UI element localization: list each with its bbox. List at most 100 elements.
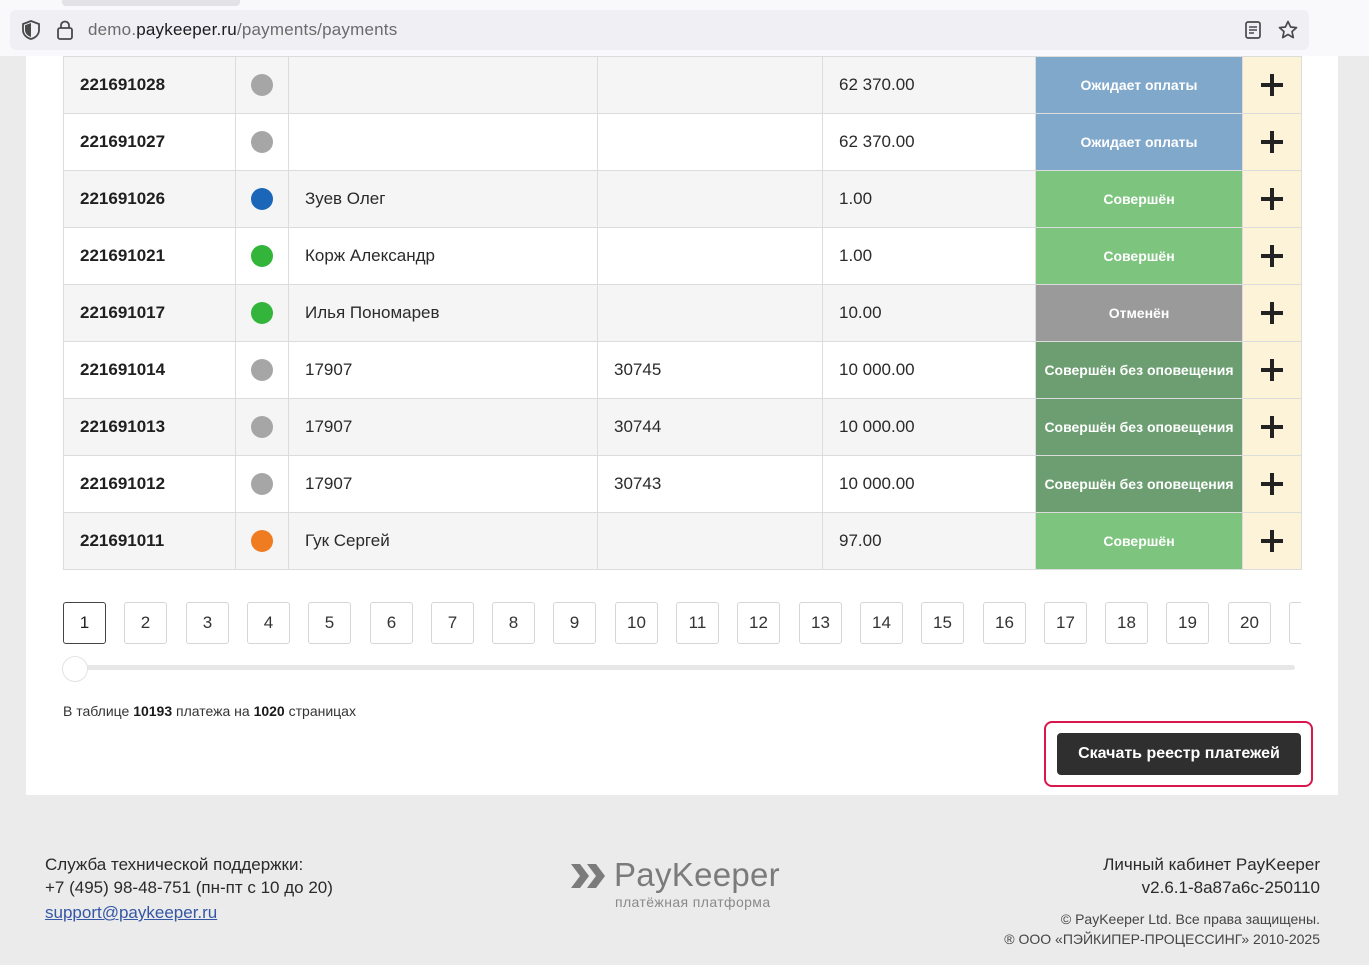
client-name: Гук Сергей: [288, 512, 598, 570]
shield-icon[interactable]: [20, 19, 42, 41]
payment-sum: 10 000.00: [822, 455, 1036, 513]
support-title: Служба технической поддержки:: [45, 855, 304, 874]
support-email-link[interactable]: support@paykeeper.ru: [45, 901, 333, 924]
page-button[interactable]: 14: [860, 602, 903, 644]
plus-icon: [1261, 188, 1283, 210]
table-row[interactable]: 221691014 17907 30745 10 000.00 Совершён без…: [63, 341, 1302, 399]
paykeeper-logo[interactable]: PayKeeper платёжная платформа: [570, 856, 800, 912]
status-dot-cell: [235, 113, 289, 171]
page-button[interactable]: 13: [799, 602, 842, 644]
expand-row-button[interactable]: [1242, 113, 1302, 171]
payment-status-badge: Совершён без оповещения: [1035, 341, 1243, 399]
payment-id[interactable]: 221691012: [63, 455, 236, 513]
page-button[interactable]: 16: [983, 602, 1026, 644]
page-button[interactable]: 11: [676, 602, 719, 644]
status-dot-cell: [235, 512, 289, 570]
page-button[interactable]: 8: [492, 602, 535, 644]
expand-row-button[interactable]: [1242, 341, 1302, 399]
expand-row-button[interactable]: [1242, 284, 1302, 342]
payment-status-dot: [251, 188, 273, 210]
table-row[interactable]: 221691028 62 370.00 Ожидает оплаты: [63, 56, 1302, 114]
page-button[interactable]: 10: [615, 602, 658, 644]
expand-row-button[interactable]: [1242, 512, 1302, 570]
page-button[interactable]: 5: [308, 602, 351, 644]
expand-row-button[interactable]: [1242, 227, 1302, 285]
page-button[interactable]: 2: [124, 602, 167, 644]
order-id: 30743: [597, 455, 823, 513]
logo-name: PayKeeper: [614, 856, 780, 893]
copyright-text: © PayKeeper Ltd. Все права защищены.: [1060, 911, 1320, 927]
address-bar[interactable]: demo.paykeeper.ru/payments/payments: [10, 10, 1309, 50]
table-row[interactable]: 221691013 17907 30744 10 000.00 Совершён без…: [63, 398, 1302, 456]
logo-subtitle: платёжная платформа: [615, 894, 771, 910]
payment-status-dot: [251, 131, 273, 153]
page-button[interactable]: 6: [370, 602, 413, 644]
payment-id[interactable]: 221691027: [63, 113, 236, 171]
total-payments-count: 10193: [133, 703, 173, 719]
table-row[interactable]: 221691012 17907 30743 10 000.00 Совершён без…: [63, 455, 1302, 513]
page-button[interactable]: 7: [431, 602, 474, 644]
download-registry-button[interactable]: Скачать реестр платежей: [1057, 733, 1301, 775]
payment-sum: 10 000.00: [822, 398, 1036, 456]
table-row[interactable]: 221691017 Илья Пономарев 10.00 Отменён: [63, 284, 1302, 342]
payment-id[interactable]: 221691021: [63, 227, 236, 285]
table-row[interactable]: 221691026 Зуев Олег 1.00 Совершён: [63, 170, 1302, 228]
payment-id[interactable]: 221691026: [63, 170, 236, 228]
status-dot-cell: [235, 170, 289, 228]
payment-id[interactable]: 221691017: [63, 284, 236, 342]
payment-sum: 10.00: [822, 284, 1036, 342]
payment-status-dot: [251, 530, 273, 552]
table-row[interactable]: 221691011 Гук Сергей 97.00 Совершён: [63, 512, 1302, 570]
page-button[interactable]: 20: [1228, 602, 1271, 644]
page-button[interactable]: 3: [186, 602, 229, 644]
page-button[interactable]: 17: [1044, 602, 1087, 644]
plus-icon: [1261, 131, 1283, 153]
expand-row-button[interactable]: [1242, 170, 1302, 228]
browser-tab-edge[interactable]: [62, 0, 240, 6]
reader-view-icon[interactable]: [1242, 19, 1264, 41]
page-slider-handle[interactable]: [62, 656, 88, 682]
payments-table: 221691028 62 370.00 Ожидает оплаты 22169102…: [63, 56, 1302, 570]
payment-id[interactable]: 221691028: [63, 56, 236, 114]
bookmark-star-icon[interactable]: [1277, 19, 1299, 41]
status-dot-cell: [235, 398, 289, 456]
page-button[interactable]: 18: [1105, 602, 1148, 644]
page-button[interactable]: 19: [1166, 602, 1209, 644]
page-button[interactable]: 12: [737, 602, 780, 644]
payment-sum: 1.00: [822, 227, 1036, 285]
expand-row-button[interactable]: [1242, 398, 1302, 456]
order-id: [597, 227, 823, 285]
url-text[interactable]: demo.paykeeper.ru/payments/payments: [88, 20, 397, 40]
table-row[interactable]: 221691021 Корж Александр 1.00 Совершён: [63, 227, 1302, 285]
client-name: 17907: [288, 398, 598, 456]
page-button[interactable]: 15: [921, 602, 964, 644]
page-button[interactable]: 9: [553, 602, 596, 644]
expand-row-button[interactable]: [1242, 455, 1302, 513]
lock-icon[interactable]: [54, 19, 76, 41]
payment-status-badge: Совершён без оповещения: [1035, 455, 1243, 513]
page-button[interactable]: 1: [63, 602, 106, 644]
page-slider-track[interactable]: [66, 665, 1295, 670]
page-button[interactable]: 4: [247, 602, 290, 644]
payment-id[interactable]: 221691014: [63, 341, 236, 399]
status-dot-cell: [235, 227, 289, 285]
payment-status-dot: [251, 473, 273, 495]
payment-status-dot: [251, 302, 273, 324]
payment-id[interactable]: 221691011: [63, 512, 236, 570]
table-row[interactable]: 221691027 62 370.00 Ожидает оплаты: [63, 113, 1302, 171]
pagination: 1 2 3 4 5 6 7 8 9 10 11 12 13 14 15 16 17 18 19 20: [63, 602, 1301, 644]
page-button-next-partial[interactable]: [1289, 602, 1301, 644]
client-name: Зуев Олег: [288, 170, 598, 228]
payment-status-dot: [251, 74, 273, 96]
order-id: 30744: [597, 398, 823, 456]
client-name: Корж Александр: [288, 227, 598, 285]
support-block: Служба технической поддержки: +7 (495) 9…: [45, 853, 333, 924]
payment-id[interactable]: 221691013: [63, 398, 236, 456]
plus-icon: [1261, 416, 1283, 438]
client-name: 17907: [288, 341, 598, 399]
status-dot-cell: [235, 56, 289, 114]
payment-status-badge: Отменён: [1035, 284, 1243, 342]
payment-sum: 1.00: [822, 170, 1036, 228]
plus-icon: [1261, 359, 1283, 381]
expand-row-button[interactable]: [1242, 56, 1302, 114]
